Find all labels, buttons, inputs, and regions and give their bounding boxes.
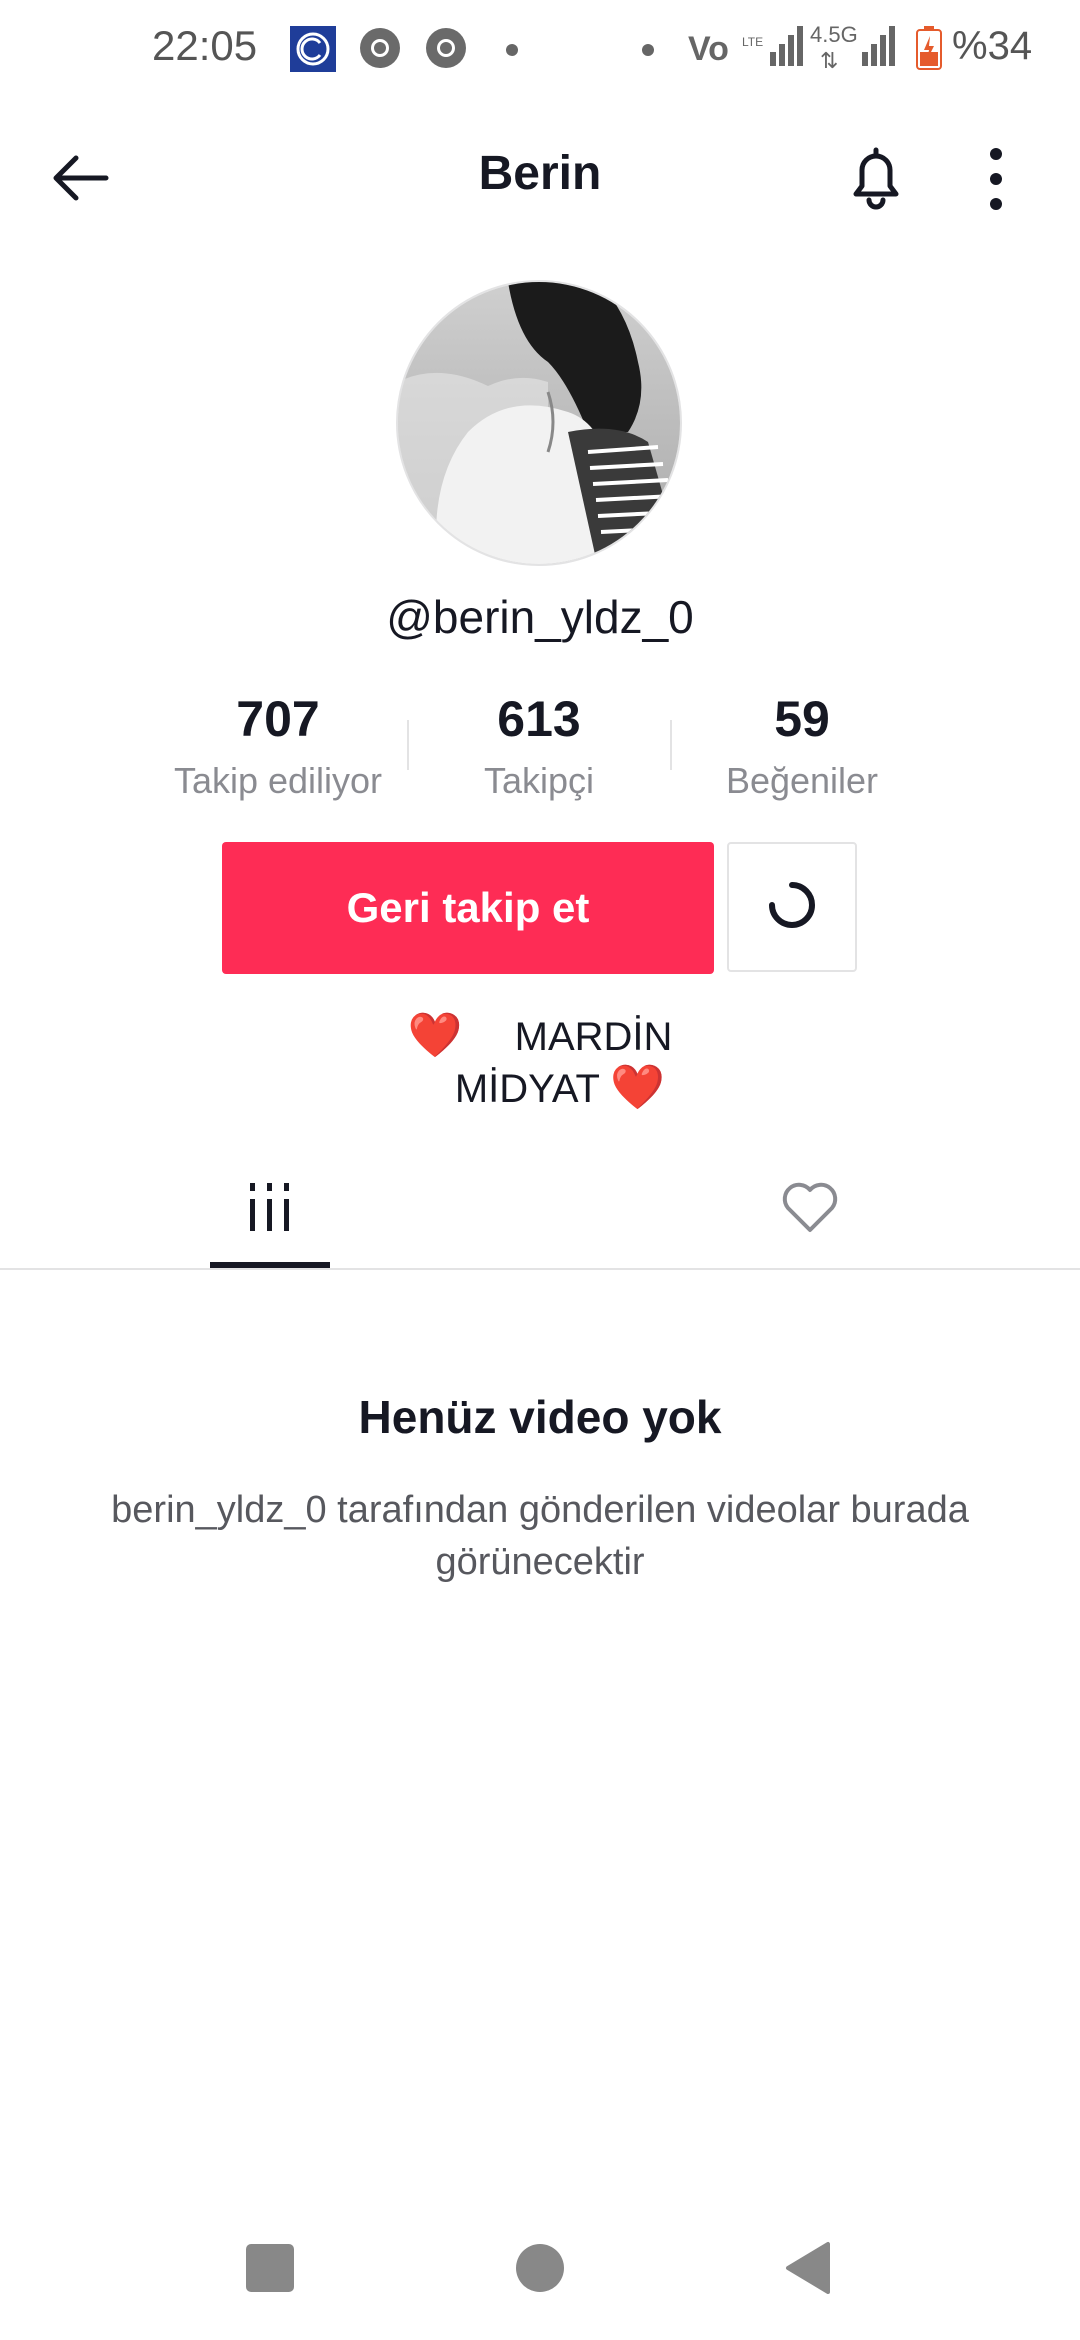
status-time: 22:05 — [152, 22, 258, 69]
heart-outline-icon — [780, 1180, 840, 1239]
follow-back-button[interactable]: Geri takip et — [222, 842, 714, 974]
grid-icon — [246, 1181, 294, 1238]
battery-level: %34 — [952, 24, 1033, 68]
following-label[interactable]: Takip ediliyor — [146, 760, 410, 802]
signal-icon — [862, 26, 898, 71]
more-vertical-icon[interactable] — [976, 144, 1016, 214]
likes-label: Beğeniler — [725, 760, 879, 801]
active-tab-indicator — [210, 1262, 330, 1268]
chrome-icon — [358, 26, 402, 75]
bio-line-2: MİDYAT ❤️ — [20, 1062, 1080, 1115]
profile-tabs — [0, 1150, 1080, 1270]
bio-line-1: ❤️ MARDİN — [0, 1010, 1080, 1063]
empty-state-title: Henüz video yok — [358, 1391, 722, 1443]
empty-state-description: berin_yldz_0 tarafından gönderilen video… — [111, 1489, 969, 1583]
recents-button[interactable] — [246, 2244, 294, 2292]
notification-dot — [642, 44, 654, 56]
battery-icon — [916, 26, 942, 75]
likes-count: 59 — [774, 691, 830, 747]
followers-count[interactable]: 613 — [407, 690, 671, 748]
page-title: Berin — [478, 147, 602, 200]
following-count[interactable]: 707 — [146, 690, 410, 748]
status-bar: 22:05 Vo LTE 4.5G ⇅ %34 — [0, 0, 1080, 100]
tab-liked[interactable] — [540, 1150, 1080, 1268]
bell-icon[interactable] — [842, 142, 910, 214]
network-type: 4.5G — [810, 22, 858, 47]
loading-spinner-icon — [766, 879, 818, 936]
suggested-accounts-button[interactable] — [727, 842, 857, 972]
volte-icon: Vo LTE — [688, 26, 764, 75]
back-button[interactable] — [782, 2240, 832, 2296]
heart-emoji: ❤️ — [407, 1011, 463, 1060]
chrome-icon — [424, 26, 468, 75]
signal-icon — [770, 26, 806, 71]
svg-text:Vo: Vo — [688, 30, 729, 68]
notification-dot — [506, 44, 518, 56]
top-nav: Berin — [0, 110, 1080, 240]
avatar[interactable] — [396, 280, 682, 566]
system-nav-bar — [0, 2220, 1080, 2340]
home-button[interactable] — [516, 2244, 564, 2292]
bio-text: MARDİN — [514, 1015, 673, 1059]
data-arrows-icon: ⇅ — [820, 48, 839, 73]
c-app-icon — [290, 26, 336, 77]
followers-label[interactable]: Takipçi — [407, 760, 671, 802]
username: @berin_yldz_0 — [386, 591, 694, 643]
bio-text: MİDYAT — [454, 1067, 600, 1111]
svg-text:LTE: LTE — [742, 35, 763, 49]
heart-emoji: ❤️ — [610, 1063, 666, 1112]
tab-videos[interactable] — [0, 1150, 540, 1268]
